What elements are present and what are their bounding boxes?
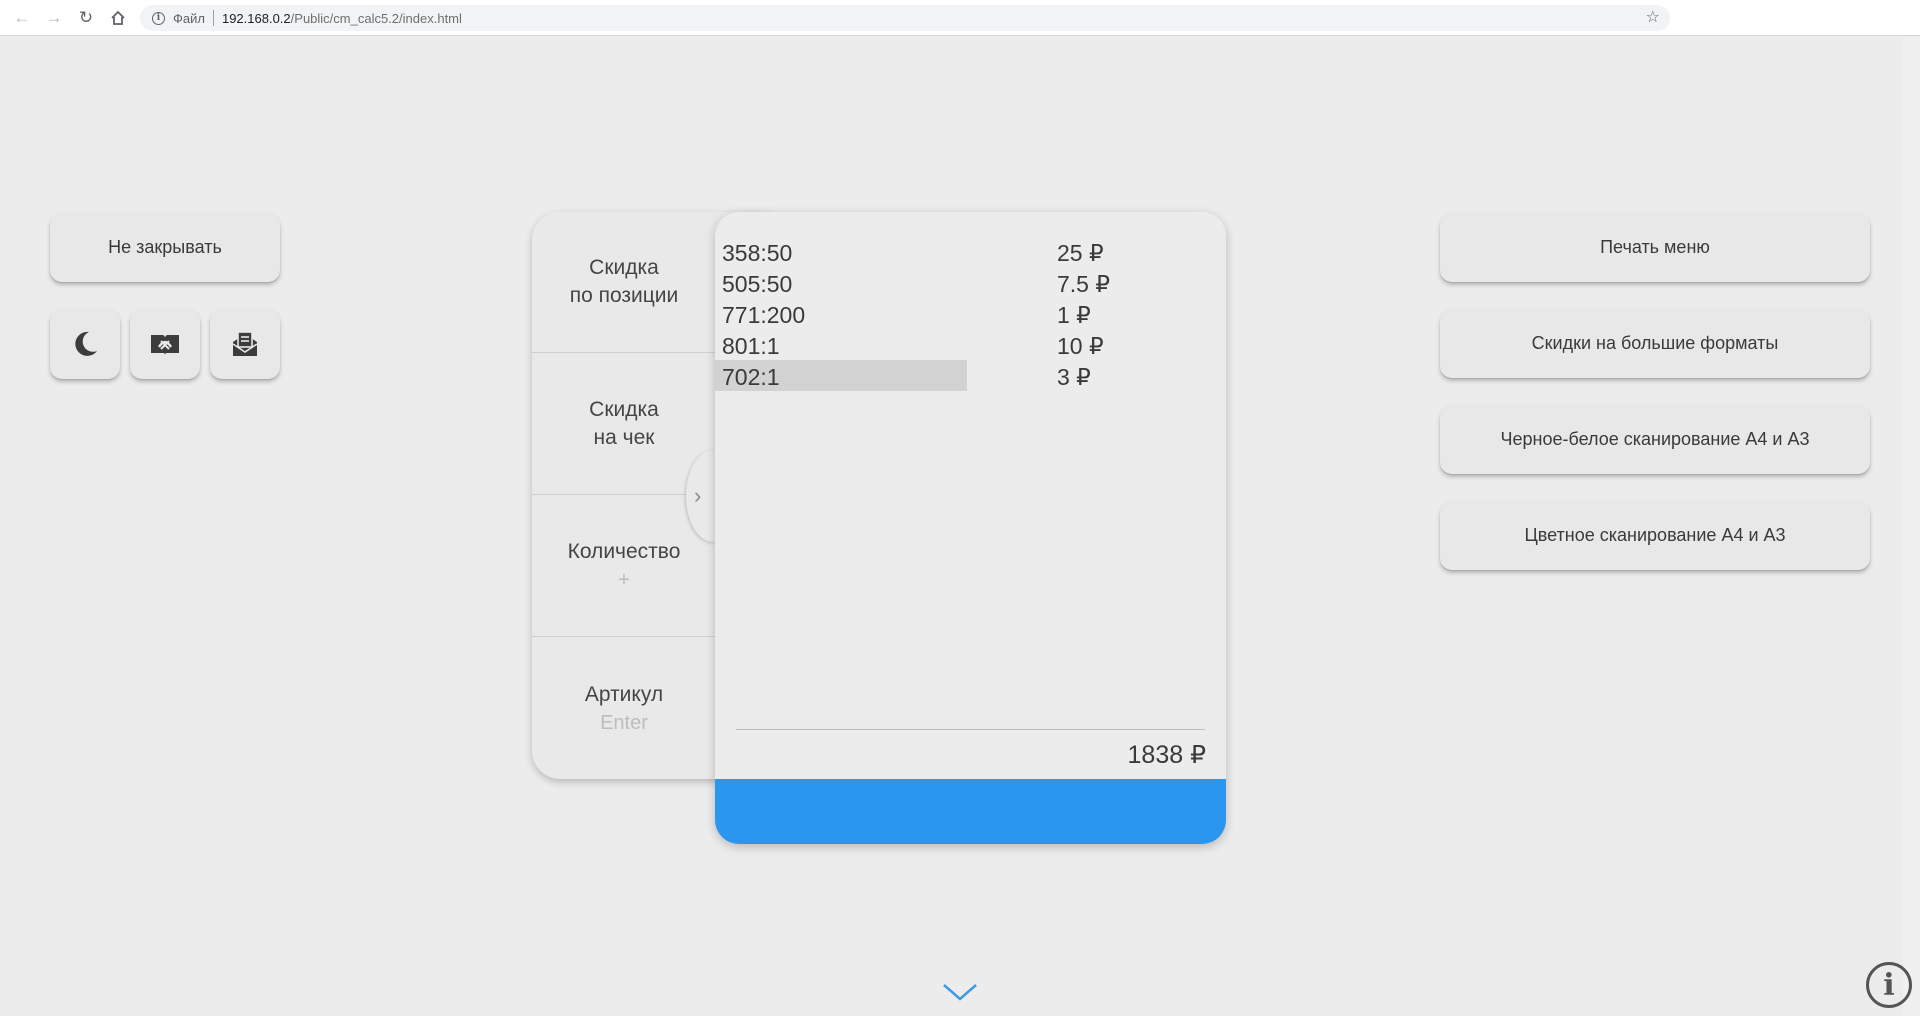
item-code: 702:1 (722, 364, 780, 390)
item-price: 3 ₽ (1057, 364, 1091, 390)
print-menu-button[interactable]: Печать меню (1440, 213, 1870, 282)
receipt-row[interactable]: 505:50 7.5 ₽ (715, 267, 1226, 298)
tab-label: Количество (567, 540, 681, 563)
tab-label-sub: по позиции (569, 284, 679, 307)
mail-button[interactable] (210, 309, 280, 379)
item-price: 1 ₽ (1057, 302, 1091, 328)
star-icon[interactable]: ☆ (1646, 7, 1660, 27)
receipt-row[interactable]: 801:1 10 ₽ (715, 329, 1226, 360)
url-separator (212, 10, 214, 26)
button-label: Печать меню (1600, 237, 1710, 257)
chevron-down-icon[interactable] (940, 980, 980, 1004)
tab-hint: Enter (600, 711, 648, 734)
item-price: 10 ₽ (1057, 333, 1104, 359)
info-icon[interactable]: i (152, 11, 165, 25)
item-price: 7.5 ₽ (1057, 271, 1110, 297)
tab-label: Артикул (584, 682, 664, 706)
button-label: Скидки на большие форматы (1531, 333, 1779, 353)
receipt-row-selected[interactable]: 702:1 3 ₽ (715, 360, 1226, 391)
item-code: 358:50 (722, 240, 793, 266)
mail-icon (232, 331, 258, 356)
address-bar[interactable]: i Файл 192.168.0.2/Public/cm_calc5.2/ind… (140, 5, 1670, 31)
button-label: Цветное сканирование А4 и А3 (1524, 525, 1786, 545)
receipt-row[interactable]: 771:200 1 ₽ (715, 298, 1226, 329)
receipt-total: 1838 ₽ (1127, 741, 1206, 769)
scrollbar[interactable] (1903, 37, 1920, 1016)
receipt-list: 358:50 25 ₽ 505:50 7.5 ₽ 771:200 1 ₽ 801… (715, 236, 1226, 391)
tab-label: Скидка (589, 256, 659, 279)
bw-scan-button[interactable]: Черное-белое сканирование А4 и А3 (1440, 405, 1870, 474)
item-code: 801:1 (722, 333, 780, 359)
receipt-panel: 358:50 25 ₽ 505:50 7.5 ₽ 771:200 1 ₽ 801… (715, 212, 1226, 844)
tab-label: Скидка (589, 398, 659, 421)
tab-item-discount[interactable]: Скидка по позиции (532, 212, 716, 353)
total-divider (736, 729, 1205, 730)
button-label: Черное-белое сканирование А4 и А3 (1500, 429, 1810, 449)
moon-icon (75, 331, 97, 356)
item-price: 25 ₽ (1057, 240, 1104, 266)
home-icon[interactable] (106, 6, 130, 30)
item-code: 505:50 (722, 271, 793, 297)
url-path: /Public/cm_calc5.2/index.html (290, 10, 462, 26)
menu-book-button[interactable] (130, 309, 200, 379)
url-scheme-label: Файл (173, 10, 205, 26)
reload-icon[interactable]: ↻ (74, 6, 98, 30)
info-icon[interactable]: i (1866, 962, 1912, 1008)
tab-article[interactable]: Артикул Enter (532, 638, 716, 779)
tab-hint: + (618, 569, 630, 591)
tab-label-sub: на чек (593, 426, 655, 449)
item-code: 771:200 (722, 302, 806, 328)
book-icon (151, 335, 179, 355)
night-mode-button[interactable] (50, 309, 120, 379)
url-host: 192.168.0.2 (221, 10, 291, 26)
receipt-row[interactable]: 358:50 25 ₽ (715, 236, 1226, 267)
checkout-bar[interactable] (715, 779, 1226, 844)
forward-arrow-icon[interactable]: → (42, 6, 66, 30)
color-scan-button[interactable]: Цветное сканирование А4 и А3 (1440, 501, 1870, 570)
keep-open-button[interactable]: Не закрывать (50, 213, 280, 282)
chevron-right-icon: › (694, 483, 702, 508)
keep-open-label: Не закрывать (108, 237, 222, 257)
browser-toolbar: ← → ↻ i Файл 192.168.0.2/Public/cm_calc5… (0, 0, 1920, 36)
back-arrow-icon[interactable]: ← (10, 6, 34, 30)
large-format-discounts-button[interactable]: Скидки на большие форматы (1440, 309, 1870, 378)
